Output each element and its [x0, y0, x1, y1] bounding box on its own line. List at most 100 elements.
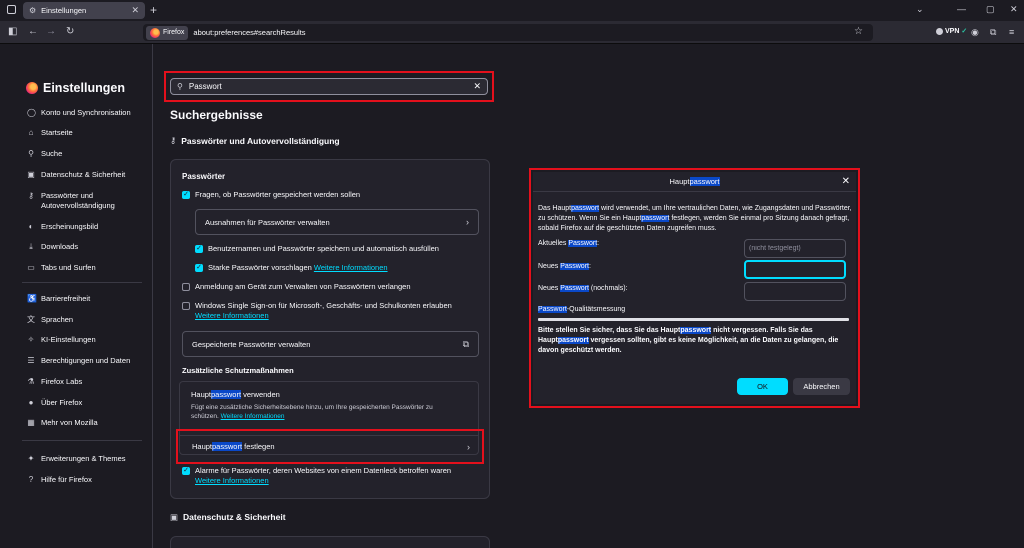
- checkbox-label: Starke Passwörter vorschlagen: [208, 263, 312, 272]
- label-part: Neues: [538, 285, 561, 292]
- search-input[interactable]: [188, 82, 474, 91]
- preferences-sidebar: Einstellungen ◯ Konto und Synchronisation…: [0, 44, 153, 548]
- checkbox-checked[interactable]: ✓: [182, 467, 190, 475]
- tab-einstellungen[interactable]: ⚙ Einstellungen ✕: [23, 2, 145, 19]
- sidebar-item-label: Erweiterungen & Themes: [41, 454, 126, 463]
- checkbox-checked[interactable]: ✓: [195, 264, 203, 272]
- sidebar-item-label: Downloads: [41, 242, 79, 251]
- close-icon[interactable]: ✕: [842, 176, 850, 187]
- bookmark-star-icon[interactable]: ☆: [854, 26, 863, 37]
- sidebar-item-home[interactable]: ⌂ Startseite: [27, 128, 73, 138]
- more-info-link[interactable]: Weitere Informationen: [314, 263, 388, 272]
- lock-icon: ▣: [170, 512, 179, 522]
- firefox-icon: ●: [28, 398, 34, 407]
- minimize-icon[interactable]: —: [957, 4, 966, 14]
- vpn-button[interactable]: VPN ✓: [936, 27, 967, 35]
- search-highlight: Passwort: [538, 306, 567, 313]
- sidebar-item-extensions[interactable]: ✦ Erweiterungen & Themes: [27, 454, 126, 464]
- sidebar-item-permissions[interactable]: ☰ Berechtigungen und Daten: [27, 356, 130, 366]
- new-password-label: Neues Passwort:: [538, 263, 591, 270]
- sidebar-title: Einstellungen: [26, 81, 125, 95]
- back-icon[interactable]: ←: [28, 26, 38, 37]
- sidebar-item-account[interactable]: ◯ Konto und Synchronisation: [27, 108, 131, 118]
- set-master-password-highlight: Hauptpasswort festlegen ›: [176, 429, 484, 464]
- label-part: :: [597, 240, 600, 247]
- sidebar-item-privacy[interactable]: ▣ Datenschutz & Sicherheit: [27, 170, 125, 180]
- repeat-password-label: Neues Passwort (nochmals):: [538, 285, 628, 292]
- exceptions-button[interactable]: Ausnahmen für Passwörter verwalten ›: [195, 209, 479, 235]
- sidebar-item-help[interactable]: ? Hilfe für Firefox: [27, 475, 92, 485]
- sidebar-item-ai[interactable]: ✧ KI-Einstellungen: [27, 335, 96, 345]
- checkbox-unchecked[interactable]: [182, 302, 190, 310]
- sidebar-item-label: Hilfe für Firefox: [41, 475, 92, 484]
- forward-icon[interactable]: →: [46, 26, 56, 37]
- sidebar-item-label: Konto und Synchronisation: [41, 108, 131, 117]
- menu-icon[interactable]: ≡: [1009, 27, 1014, 37]
- sidebar-item-tabs[interactable]: ▭ Tabs und Surfen: [27, 263, 95, 273]
- search-highlight: passwort: [212, 442, 243, 451]
- more-info-link[interactable]: Weitere Informationen: [195, 476, 269, 485]
- checkbox-checked[interactable]: ✓: [195, 245, 203, 253]
- external-link-icon: ⧉: [462, 338, 469, 349]
- dialog-warning: Bitte stellen Sie sicher, dass Sie das H…: [538, 326, 848, 356]
- sidebar-item-search[interactable]: ⚲ Suche: [27, 149, 62, 159]
- more-info-link[interactable]: Weitere Informationen: [221, 413, 285, 420]
- breach-alerts-checkbox-row[interactable]: ✓ Alarme für Passwörter, deren Websites …: [182, 466, 482, 486]
- cancel-button[interactable]: Abbrechen: [793, 378, 850, 395]
- fill-usernames-checkbox-row[interactable]: ✓ Benutzernamen und Passwörter speichern…: [195, 244, 439, 254]
- ask-save-checkbox-row[interactable]: ✓ Fragen, ob Passwörter gespeichert werd…: [182, 190, 360, 200]
- text-part: Das Haupt: [538, 205, 572, 212]
- ok-button[interactable]: OK: [737, 378, 788, 395]
- checkbox-unchecked[interactable]: [182, 283, 190, 291]
- new-tab-icon[interactable]: +: [150, 3, 157, 17]
- sidebar-item-downloads[interactable]: ⤓ Downloads: [27, 242, 78, 252]
- clear-search-icon[interactable]: ✕: [473, 81, 481, 92]
- chevron-down-icon[interactable]: ⌄: [916, 4, 924, 15]
- identity-chip[interactable]: Firefox: [146, 25, 189, 40]
- search-highlight-box: ⚲ ✕: [164, 71, 494, 102]
- reload-icon[interactable]: ↻: [66, 26, 74, 37]
- current-password-label: Aktuelles Passwort:: [538, 240, 599, 247]
- key-icon: ⚷: [170, 135, 177, 145]
- home-icon: ⌂: [28, 128, 34, 137]
- sidebar-toggle-icon[interactable]: [7, 5, 16, 14]
- preferences-search[interactable]: ⚲ ✕: [170, 78, 488, 95]
- extensions-icon[interactable]: ⧉: [990, 27, 996, 38]
- label-part: Aktuelles: [538, 240, 569, 247]
- manage-saved-passwords-button[interactable]: Gespeicherte Passwörter verwalten ⧉: [182, 331, 479, 357]
- repeat-password-input[interactable]: [744, 282, 846, 301]
- search-highlight: Passwort: [568, 240, 598, 247]
- sidebar-item-accessibility[interactable]: ♿ Barrierefreiheit: [27, 294, 90, 304]
- button-label: Ausnahmen für Passwörter verwalten: [205, 217, 330, 227]
- window-close-icon[interactable]: ✕: [1010, 4, 1018, 15]
- download-icon: ⤓: [29, 242, 33, 251]
- password-quality-label: Passwort-Qualitätsmessung: [538, 306, 625, 313]
- search-highlight: passwort: [571, 205, 600, 212]
- close-icon[interactable]: ✕: [131, 5, 139, 16]
- label-part: :: [588, 263, 591, 270]
- extra-protection-heading: Zusätzliche Schutzmaßnahmen: [182, 366, 294, 375]
- tab-bar: ⚙ Einstellungen ✕ + ⌄ — ▢ ✕: [0, 0, 1024, 21]
- sidebar-divider: [22, 282, 142, 283]
- sidebar-icon[interactable]: ◧: [8, 26, 17, 37]
- account-avatar-icon[interactable]: ◉: [971, 27, 979, 38]
- new-password-input[interactable]: [744, 260, 846, 279]
- device-login-checkbox-row[interactable]: Anmeldung am Gerät zum Verwalten von Pas…: [182, 282, 411, 292]
- label-part: Haupt: [192, 442, 213, 451]
- sidebar-item-appearance[interactable]: ◐ Erscheinungsbild: [27, 222, 99, 232]
- windows-sso-checkbox-row[interactable]: Windows Single Sign-on für Microsoft-, G…: [182, 301, 482, 321]
- maximize-icon[interactable]: ▢: [986, 4, 995, 15]
- url-bar[interactable]: Firefox about:preferences#searchResults …: [143, 24, 873, 41]
- section-privacy-heading: ▣ Datenschutz & Sicherheit: [170, 512, 286, 523]
- more-info-link[interactable]: Weitere Informationen: [195, 311, 269, 320]
- sidebar-item-passwords[interactable]: ⚷ Passwörter und Autovervollständigung: [27, 191, 115, 211]
- strong-passwords-checkbox-row[interactable]: ✓ Starke Passwörter vorschlagen Weitere …: [195, 263, 388, 273]
- button-label: Gespeicherte Passwörter verwalten: [192, 339, 311, 349]
- set-master-password-button[interactable]: Hauptpasswort festlegen ›: [180, 435, 478, 457]
- sidebar-item-mozilla[interactable]: ▦ Mehr von Mozilla: [27, 418, 97, 428]
- sidebar-item-languages[interactable]: 文 Sprachen: [27, 315, 73, 325]
- sidebar-item-about[interactable]: ● Über Firefox: [27, 398, 83, 408]
- sidebar-item-labs[interactable]: ⚗ Firefox Labs: [27, 377, 82, 387]
- checkbox-checked[interactable]: ✓: [182, 191, 190, 199]
- url-text[interactable]: about:preferences#searchResults: [193, 28, 305, 37]
